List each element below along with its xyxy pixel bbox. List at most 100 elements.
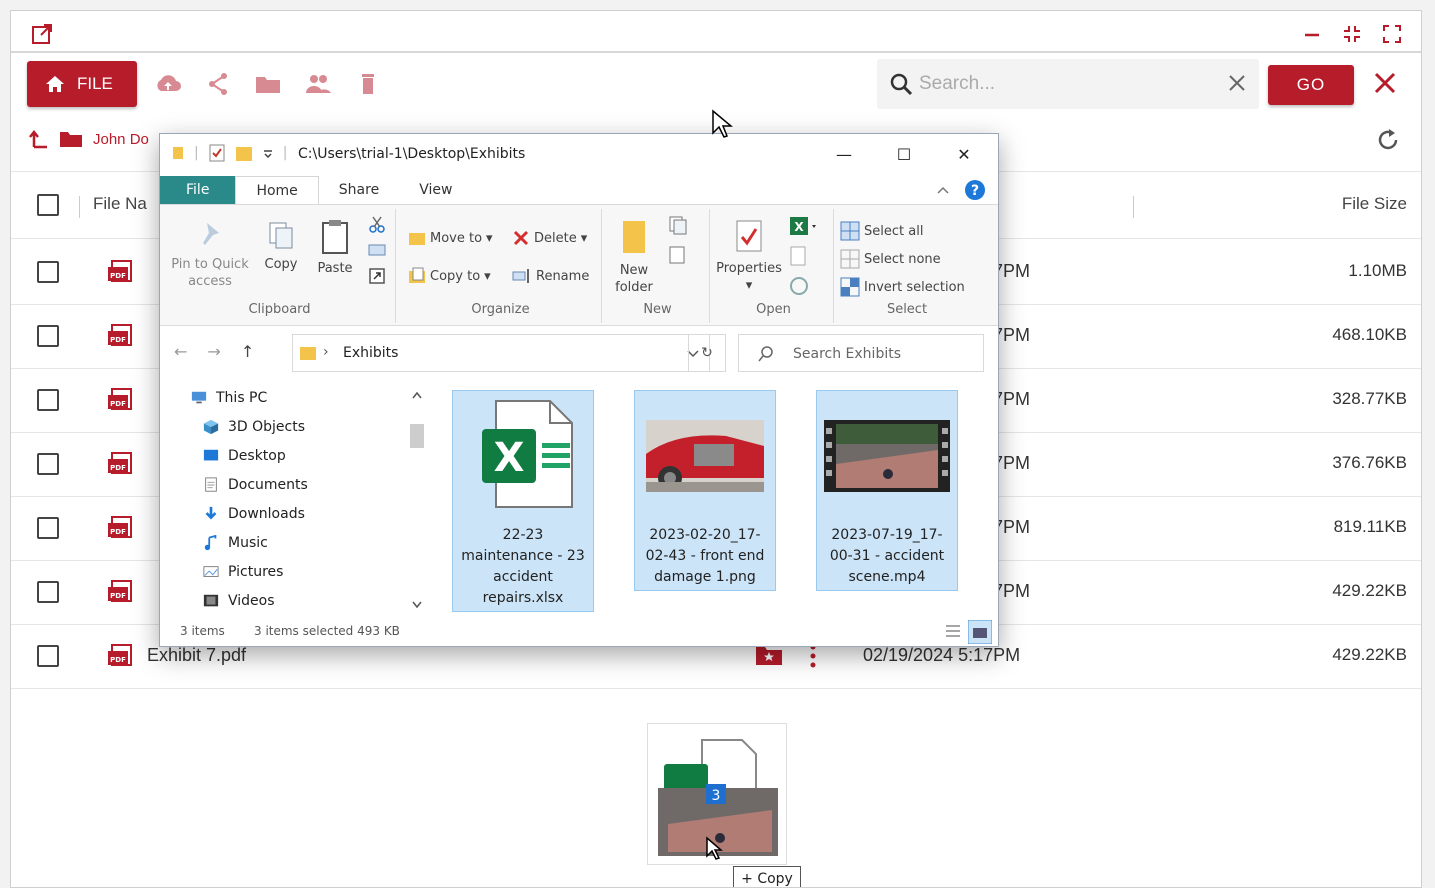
row-file-name[interactable]: Exhibit 7.pdf <box>147 645 246 666</box>
select-all-label: Select all <box>864 223 924 239</box>
help-icon[interactable]: ? <box>964 179 986 201</box>
invert-selection-button[interactable]: Invert selection <box>840 277 965 297</box>
tab-file[interactable]: File <box>160 176 236 204</box>
tab-share[interactable]: Share <box>319 176 399 204</box>
nav-item-this-pc[interactable]: This PC <box>190 390 267 406</box>
nav-item-3d-objects[interactable]: 3D Objects <box>202 419 305 435</box>
edit-icon[interactable] <box>788 245 810 267</box>
tab-view[interactable]: View <box>399 176 472 204</box>
file-button-label: FILE <box>77 74 113 93</box>
row-checkbox[interactable] <box>37 453 59 475</box>
share-icon[interactable] <box>203 71 233 97</box>
nav-item-videos[interactable]: Videos <box>202 593 275 609</box>
copy-button[interactable]: Copy <box>256 219 306 273</box>
row-size: 429.22KB <box>1332 645 1407 664</box>
close-icon[interactable] <box>1373 71 1397 95</box>
copy-to-button[interactable]: Copy to ▾ <box>408 267 491 285</box>
select-none-icon <box>840 249 860 269</box>
explorer-search-input[interactable]: Search Exhibits <box>793 346 901 362</box>
row-checkbox[interactable] <box>37 325 59 347</box>
excel-open-icon[interactable]: X <box>788 215 820 237</box>
properties-icon[interactable] <box>209 144 225 162</box>
nav-item-desktop[interactable]: Desktop <box>202 448 286 464</box>
folder-icon[interactable] <box>253 71 283 97</box>
paste-button[interactable]: Paste <box>310 219 360 277</box>
up-level-icon[interactable] <box>29 129 49 149</box>
row-checkbox[interactable] <box>37 581 59 603</box>
trash-icon[interactable] <box>353 71 383 97</box>
search-input[interactable]: Search... <box>919 73 995 95</box>
row-checkbox[interactable] <box>37 517 59 539</box>
maximize-icon[interactable]: ☐ <box>884 140 924 168</box>
explorer-search-box[interactable]: Search Exhibits <box>738 334 984 372</box>
excel-file-icon: X <box>482 400 573 508</box>
row-checkbox[interactable] <box>37 261 59 283</box>
delete-button[interactable]: Delete ▾ <box>512 229 587 247</box>
new-group: New folder New <box>606 209 710 323</box>
tab-home[interactable]: Home <box>235 176 319 204</box>
open-group: Properties ▾ X Open <box>714 209 834 323</box>
nav-scrollbar[interactable] <box>408 384 426 616</box>
pin-to-quick-access-button[interactable]: Pin to Quick access <box>168 219 252 290</box>
nav-item-downloads[interactable]: Downloads <box>202 506 305 522</box>
nav-item-pictures[interactable]: Pictures <box>202 564 283 580</box>
file-tile-mp4[interactable]: 2023-07-19_17-00-31 - accident scene.mp4 <box>816 390 958 591</box>
paste-shortcut-icon[interactable] <box>368 267 386 285</box>
refresh-icon[interactable]: ↻ <box>688 334 726 372</box>
clear-search-icon[interactable] <box>1227 73 1247 93</box>
pdf-file-icon: PDF <box>108 580 132 602</box>
new-folder-icon[interactable] <box>235 144 253 162</box>
explorer-title-bar[interactable]: | | C:\Users\trial-1\Desktop\Exhibits — … <box>160 134 998 174</box>
easy-access-icon[interactable] <box>668 245 696 265</box>
minimize-icon[interactable]: — <box>824 140 864 168</box>
select-all-button[interactable]: Select all <box>840 221 923 241</box>
file-home-button[interactable]: FILE <box>27 61 137 107</box>
address-bar[interactable]: › Exhibits <box>292 334 710 372</box>
svg-text:PDF: PDF <box>110 656 126 664</box>
refresh-icon[interactable] <box>1375 127 1401 153</box>
drag-count: 3 <box>712 788 721 804</box>
row-checkbox[interactable] <box>37 645 59 667</box>
search-box[interactable]: Search... <box>877 59 1259 109</box>
nav-item-music[interactable]: Music <box>202 535 268 551</box>
close-icon[interactable]: ✕ <box>944 140 984 168</box>
nav-item-documents[interactable]: Documents <box>202 477 308 493</box>
breadcrumb-user[interactable]: John Do <box>93 131 149 148</box>
file-tile-xlsx[interactable]: X 22-23 maintenance - 23 accident repair… <box>452 390 594 612</box>
chevron-down-icon[interactable] <box>263 148 273 158</box>
expand-icon[interactable] <box>1381 23 1403 45</box>
minimize-icon[interactable] <box>1301 23 1323 45</box>
large-icons-view-icon[interactable] <box>968 620 992 644</box>
new-folder-button[interactable]: New folder <box>606 217 662 296</box>
forward-icon[interactable]: → <box>207 342 220 361</box>
nav-label: Downloads <box>228 506 305 522</box>
new-folder-label: New folder <box>615 263 653 295</box>
file-tile-png[interactable]: 2023-02-20_17-02-43 - front end damage 1… <box>634 390 776 591</box>
select-none-button[interactable]: Select none <box>840 249 941 269</box>
collapse-icon[interactable] <box>1341 23 1363 45</box>
row-checkbox[interactable] <box>37 389 59 411</box>
details-view-icon[interactable] <box>942 620 964 642</box>
nav-label: Pictures <box>228 564 284 580</box>
up-icon[interactable]: ↑ <box>241 342 254 361</box>
back-icon[interactable]: ← <box>174 342 187 361</box>
properties-button[interactable]: Properties ▾ <box>714 219 784 294</box>
column-size-header[interactable]: File Size <box>1342 194 1407 214</box>
users-icon[interactable] <box>303 71 333 97</box>
select-all-checkbox[interactable] <box>37 194 59 216</box>
rename-button[interactable]: Rename <box>512 267 589 285</box>
open-external-icon[interactable] <box>31 23 53 45</box>
collapse-ribbon-icon[interactable] <box>936 185 950 195</box>
this-pc-icon <box>191 391 207 404</box>
rename-label: Rename <box>536 268 590 284</box>
history-icon[interactable] <box>788 275 810 297</box>
move-to-button[interactable]: Move to ▾ <box>408 229 493 247</box>
pdf-file-icon: PDF <box>108 324 132 346</box>
cut-icon[interactable] <box>368 215 386 233</box>
copy-path-icon[interactable] <box>368 243 386 257</box>
new-item-icon[interactable] <box>668 215 696 235</box>
cloud-upload-icon[interactable] <box>153 71 183 97</box>
go-button[interactable]: GO <box>1268 65 1354 105</box>
column-name-header[interactable]: File Na <box>93 194 147 214</box>
explorer-window[interactable]: | | C:\Users\trial-1\Desktop\Exhibits — … <box>159 133 999 647</box>
